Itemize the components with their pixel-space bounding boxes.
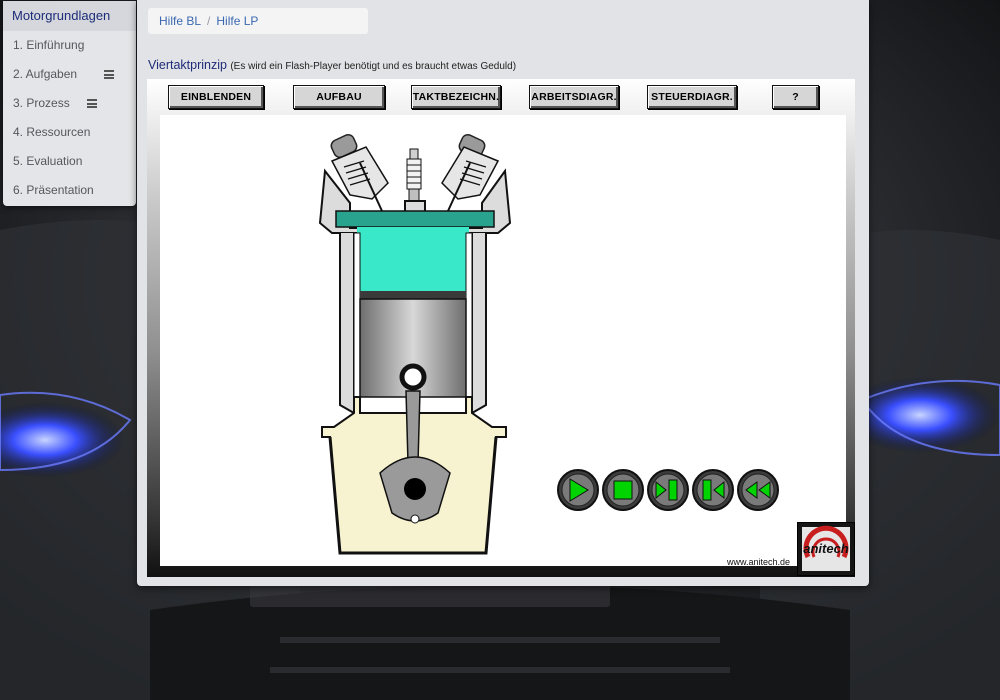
- sidebar-item-ressourcen[interactable]: 4. Ressourcen: [3, 118, 136, 147]
- flash-animation-area: EINBLENDEN AUFBAU TAKTBEZEICHN. ARBEITSD…: [147, 79, 855, 577]
- help-lp-link[interactable]: Hilfe LP: [216, 14, 258, 28]
- sidebar-item-label: 5. Evaluation: [13, 154, 83, 168]
- sidebar-item-label: 3. Prozess: [13, 96, 70, 110]
- steuerdiagramm-button[interactable]: STEUERDIAGR.: [647, 85, 737, 109]
- page-title: Viertaktprinzip (Es wird ein Flash-Playe…: [148, 58, 516, 72]
- help-bl-link[interactable]: Hilfe BL: [159, 14, 201, 28]
- sidebar-item-label: 1. Einführung: [13, 38, 85, 52]
- sidebar-item-praesentation[interactable]: 6. Präsentation: [3, 176, 136, 205]
- taktbezeichnung-button[interactable]: TAKTBEZEICHN.: [411, 85, 501, 109]
- sidebar-item-label: 6. Präsentation: [13, 183, 94, 197]
- breadcrumb: Hilfe BL / Hilfe LP: [148, 8, 368, 34]
- arbeitsdiagramm-button[interactable]: ARBEITSDIAGR.: [529, 85, 619, 109]
- anitech-logo[interactable]: anitech: [797, 522, 855, 576]
- step-back-icon[interactable]: [691, 468, 735, 512]
- help-button[interactable]: ?: [772, 85, 819, 109]
- engine-diagram: [318, 133, 512, 555]
- play-icon[interactable]: [556, 468, 600, 512]
- hamburger-menu-icon[interactable]: [87, 99, 97, 108]
- content-panel: Hilfe BL / Hilfe LP Viertaktprinzip (Es wi…: [137, 0, 869, 586]
- sidebar-item-label: 4. Ressourcen: [13, 125, 91, 139]
- page-title-text: Viertaktprinzip: [148, 58, 227, 72]
- animation-canvas: www.anitech.de anitech: [160, 115, 855, 576]
- sidebar-item-label: 2. Aufgaben: [13, 67, 78, 81]
- sidebar-nav: Motorgrundlagen 1. Einführung 2. Aufgabe…: [3, 1, 136, 206]
- piston: [359, 291, 467, 398]
- stop-icon[interactable]: [601, 468, 645, 512]
- aufbau-button[interactable]: AUFBAU: [293, 85, 385, 109]
- sidebar-title[interactable]: Motorgrundlagen: [3, 1, 136, 31]
- page-title-note: (Es wird ein Flash-Player benötigt und e…: [230, 61, 517, 72]
- sidebar-item-evaluation[interactable]: 5. Evaluation: [3, 147, 136, 176]
- anitech-logo-text: anitech: [803, 541, 849, 556]
- rewind-icon[interactable]: [736, 468, 780, 512]
- breadcrumb-separator: /: [207, 14, 211, 28]
- sidebar-item-prozess[interactable]: 3. Prozess: [3, 89, 136, 118]
- hamburger-menu-icon[interactable]: [104, 70, 114, 79]
- sidebar-item-einfuehrung[interactable]: 1. Einführung: [3, 31, 136, 60]
- step-forward-icon[interactable]: [646, 468, 690, 512]
- sidebar-item-aufgaben[interactable]: 2. Aufgaben: [3, 60, 136, 89]
- einblenden-button[interactable]: EINBLENDEN: [168, 85, 264, 109]
- anitech-url[interactable]: www.anitech.de: [727, 557, 790, 567]
